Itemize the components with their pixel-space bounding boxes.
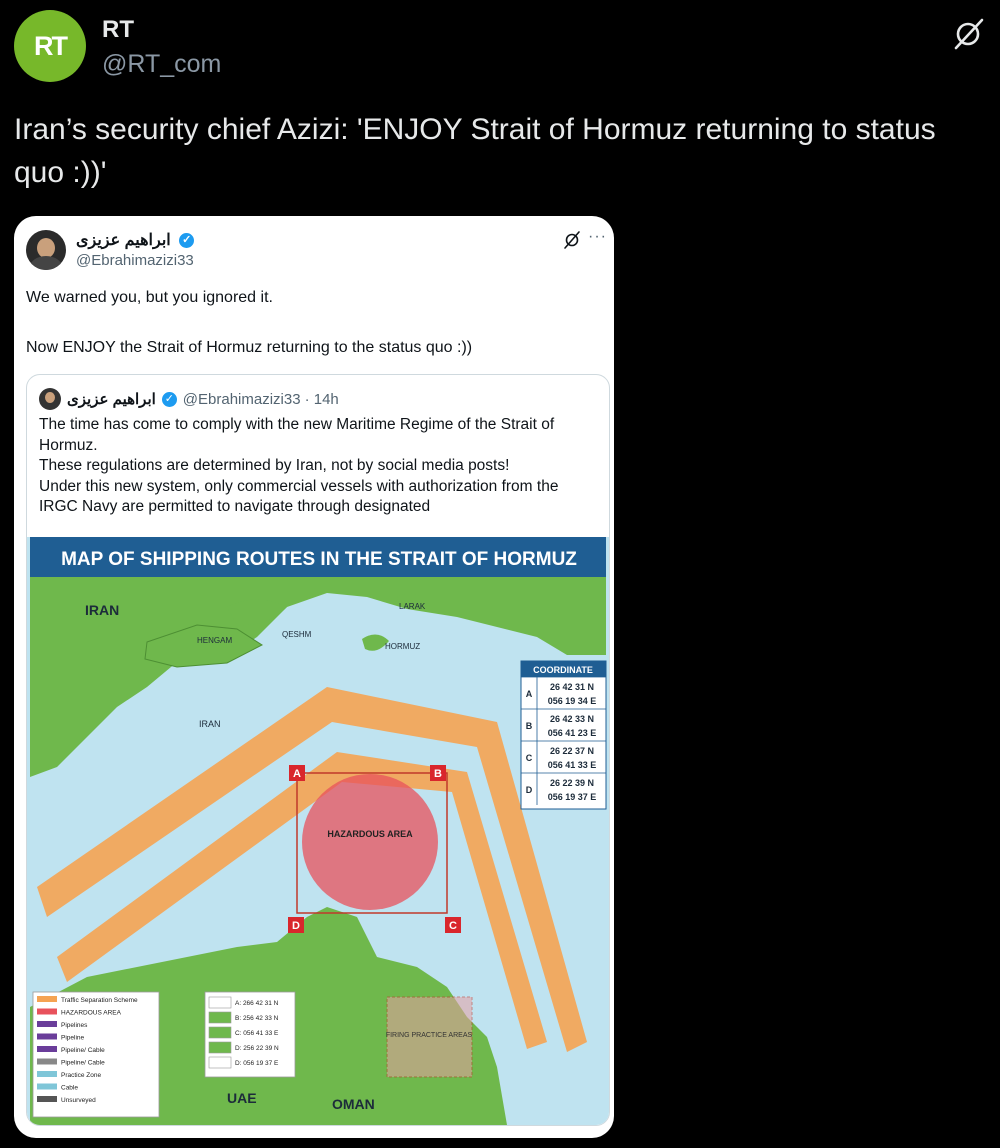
quoted-post: ابراهیم عزیزی ✓ @Ebrahimazizi33 · 14h Th… xyxy=(26,374,610,1126)
legend-item: Traffic Separation Scheme xyxy=(61,997,138,1004)
coordinate-label: C xyxy=(526,753,533,763)
legend-item: Unsurveyed xyxy=(61,1097,96,1104)
coordinate-north: 26 22 37 N xyxy=(550,746,594,756)
legend-swatch xyxy=(208,1011,232,1024)
quoted-author-name: ابراهیم عزیزی xyxy=(67,391,156,408)
legend-swatch xyxy=(208,1026,232,1039)
avatar-text: RT xyxy=(34,30,68,61)
legend-swatch xyxy=(37,1033,57,1040)
quoted-header: ابراهیم عزیزی ✓ @Ebrahimazizi33 · 14h xyxy=(39,387,339,411)
marker-d-label: D xyxy=(292,920,300,932)
legend-swatch xyxy=(37,1046,57,1052)
legend-coordinate: B: 256 42 33 N xyxy=(235,1015,279,1022)
quoted-avatar xyxy=(39,388,61,410)
author-name[interactable]: RT xyxy=(102,16,134,44)
quoted-author-handle: @Ebrahimazizi33 xyxy=(182,390,301,408)
grok-icon[interactable] xyxy=(950,16,986,52)
label-iran-small: IRAN xyxy=(199,719,221,729)
embedded-author-line: ✓ ابراهیم عزیزی xyxy=(76,230,195,250)
legend-item: Pipelines xyxy=(61,1022,88,1029)
post-text: Iran’s security chief Azizi: 'ENJOY Stra… xyxy=(14,113,936,189)
legend-swatch xyxy=(208,1041,232,1054)
coordinate-east: 056 41 23 E xyxy=(548,728,597,738)
legend-swatch xyxy=(37,1008,57,1015)
label-qeshm: QESHM xyxy=(282,630,312,639)
embedded-author-handle: @Ebrahimazizi33 xyxy=(76,252,194,269)
hazardous-area xyxy=(302,774,438,910)
coordinate-table: COORDINATE A 26 42 31 N 056 19 34 E B 26 42 … xyxy=(520,660,607,810)
label-larak: LARAK xyxy=(399,602,426,611)
legend-item: Pipeline/ Cable xyxy=(61,1047,105,1054)
coordinate-label: D xyxy=(526,785,533,795)
verified-icon: ✓ xyxy=(161,391,177,407)
legend-swatch xyxy=(37,1083,57,1090)
quoted-time: · 14h xyxy=(304,390,339,408)
coordinate-east: 056 19 34 E xyxy=(548,696,597,706)
verified-icon: ✓ xyxy=(179,233,195,249)
legend-swatch xyxy=(37,1096,57,1102)
coordinate-label: A xyxy=(526,689,533,699)
legend-coordinate: A: 266 42 31 N xyxy=(235,1000,279,1007)
legend-item: Pipeline/ Cable xyxy=(61,1060,105,1067)
legend-swatch xyxy=(37,1058,57,1065)
legend-coordinate: C: 056 41 33 E xyxy=(235,1030,279,1037)
coordinate-north: 26 42 33 N xyxy=(550,714,594,724)
coordinate-east: 056 19 37 E xyxy=(548,792,597,802)
embedded-author-name: ابراهیم عزیزی xyxy=(76,232,171,249)
coordinate-title: COORDINATE xyxy=(533,665,593,675)
legend-swatch xyxy=(208,1056,232,1069)
legend-item: HAZARDOUS AREA xyxy=(61,1010,122,1017)
legend-swatch xyxy=(37,996,57,1002)
legend-item: Pipeline xyxy=(61,1035,85,1042)
more-icon: ··· xyxy=(588,228,607,245)
legend-swatch xyxy=(208,996,232,1009)
coordinate-north: 26 42 31 N xyxy=(550,682,594,692)
map-title: MAP OF SHIPPING ROUTES IN THE STRAIT OF … xyxy=(61,549,577,570)
embedded-line-1: We warned you, but you ignored it. xyxy=(26,289,273,306)
strait-of-hormuz-map: MAP OF SHIPPING ROUTES IN THE STRAIT OF … xyxy=(27,537,609,1125)
coordinate-east: 056 41 33 E xyxy=(548,760,597,770)
legend-item: Practice Zone xyxy=(61,1072,101,1079)
author-handle[interactable]: @RT_com xyxy=(102,50,221,79)
label-hormuz: HORMUZ xyxy=(385,642,420,651)
label-iran: IRAN xyxy=(85,602,119,618)
embedded-image[interactable]: ✓ ابراهیم عزیزی @Ebrahimazizi33 ··· We w… xyxy=(14,216,614,1138)
coordinate-label: B xyxy=(526,721,533,731)
firing-label: FIRING PRACTICE AREAS xyxy=(386,1032,473,1039)
hazard-label: HAZARDOUS AREA xyxy=(327,829,413,839)
marker-b-label: B xyxy=(434,768,442,780)
post-header: RT RT @RT_com xyxy=(14,10,986,82)
legend-coordinate: D: 256 22 39 N xyxy=(235,1045,279,1052)
marker-c-label: C xyxy=(449,920,457,932)
legend-coordinate: D: 056 19 37 E xyxy=(235,1060,279,1067)
legend-swatch xyxy=(37,1021,57,1027)
grok-icon xyxy=(564,231,580,249)
legend-swatch xyxy=(37,1071,57,1077)
embedded-text: We warned you, but you ignored it. Now E… xyxy=(26,286,602,386)
embedded-avatar xyxy=(26,230,66,270)
embedded-line-2: Now ENJOY the Strait of Hormuz returning… xyxy=(26,339,473,356)
label-hengam: HENGAM xyxy=(197,636,232,645)
label-uae: UAE xyxy=(227,1090,257,1106)
quoted-text: The time has come to comply with the new… xyxy=(39,416,559,515)
coordinate-north: 26 22 39 N xyxy=(550,778,594,788)
label-oman: OMAN xyxy=(332,1096,375,1112)
marker-a-label: A xyxy=(293,768,301,780)
legend-item: Cable xyxy=(61,1085,78,1092)
avatar[interactable]: RT xyxy=(14,10,86,82)
